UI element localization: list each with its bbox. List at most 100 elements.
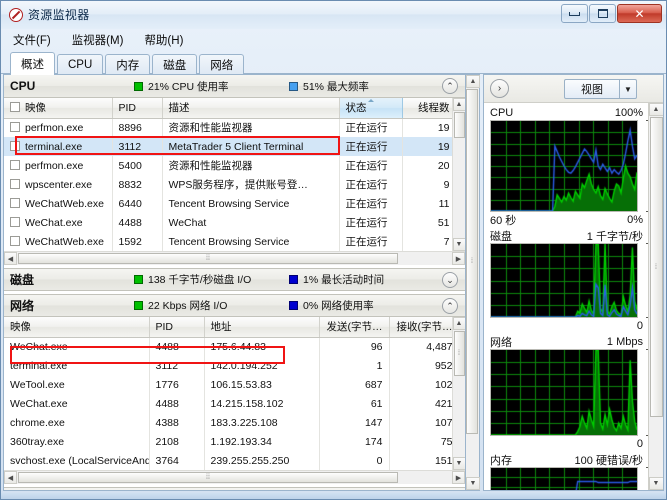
graph-memory-canvas-wrap [490, 467, 655, 490]
menu-item-help[interactable]: 帮助(H) [141, 31, 186, 49]
scroll-thumb[interactable]: ⁞ [453, 331, 465, 376]
row-checkbox[interactable] [10, 140, 20, 151]
cell-pid: 4388 [149, 413, 205, 432]
table-row[interactable]: chrome.exe 4388 183.3.225.108 147 107 2 [4, 413, 452, 432]
cpu-col-threads[interactable]: 线程数 [402, 98, 452, 119]
scroll-up-icon[interactable]: ▲ [452, 98, 465, 111]
row-checkbox[interactable] [10, 235, 20, 246]
row-checkbox[interactable] [10, 121, 20, 132]
minimize-button[interactable] [561, 4, 588, 23]
graph-pane-scrollbar[interactable]: ▲ ⁞ ▼ [648, 103, 663, 490]
tab-memory[interactable]: 内存 [105, 54, 151, 74]
row-checkbox[interactable] [10, 178, 20, 189]
scroll-right-icon[interactable]: ▶ [452, 252, 465, 265]
tab-cpu[interactable]: CPU [57, 54, 104, 74]
table-row[interactable]: wpscenter.exe 8832 WPS服务程序，提供账号登… 正在运行 9… [4, 175, 452, 194]
cpu-col-status[interactable]: 状态 [338, 98, 403, 119]
cell-pid: 1592 [112, 232, 163, 251]
cpu-table-vertical-scrollbar[interactable]: ▲ ▼ [452, 98, 465, 251]
cell-threads: 9 [402, 175, 452, 194]
blue-swatch-icon [289, 275, 298, 284]
scroll-up-icon[interactable]: ▲ [452, 317, 465, 330]
cell-pid: 3112 [112, 137, 163, 156]
cpu-col-pid[interactable]: PID [112, 98, 163, 119]
table-row[interactable]: WeChat.exe 4488 WeChat 正在运行 51 2 [4, 213, 452, 232]
section-header-cpu[interactable]: CPU 21% CPU 使用率 51% 最大频率 ⌃ [4, 75, 465, 98]
section-header-memory[interactable]: 内存 1 硬错误/秒 85% 已用物理内存 ⌄ [4, 487, 465, 490]
collapse-panel-button[interactable]: › [490, 79, 509, 98]
close-button[interactable]: ✕ [617, 4, 662, 23]
select-all-checkbox[interactable] [10, 102, 20, 113]
net-col-image[interactable]: 映像 [4, 317, 150, 338]
scroll-up-icon[interactable]: ▲ [466, 75, 480, 88]
cell-image: terminal.exe [4, 356, 150, 375]
cell-description: Tencent Browsing Service [162, 232, 340, 251]
table-row[interactable]: svchost.exe (LocalServiceAnd… 3764 239.2… [4, 451, 452, 470]
cpu-col-description[interactable]: 描述 [162, 98, 340, 119]
network-table-vertical-scrollbar[interactable]: ▲ ⁞ ▼ [452, 317, 465, 470]
cell-pid: 3112 [149, 356, 205, 375]
table-row[interactable]: terminal.exe 3112 MetaTrader 5 Client Te… [4, 137, 452, 156]
row-checkbox[interactable] [10, 197, 20, 208]
scroll-down-icon[interactable]: ▼ [466, 477, 480, 490]
main-vertical-scrollbar[interactable]: ▲ ⁞ ▼ [466, 74, 480, 491]
net-col-received[interactable]: 接收(字节… [389, 317, 452, 338]
scroll-left-icon[interactable]: ◀ [4, 471, 17, 484]
graph-disk-min: 0 [636, 319, 643, 332]
scroll-left-icon[interactable]: ◀ [4, 252, 17, 265]
graph-disk-canvas-wrap [490, 243, 655, 318]
view-dropdown-button[interactable]: 视图 ▼ [564, 79, 637, 99]
tab-overview[interactable]: 概述 [10, 52, 55, 75]
cpu-table-horizontal-scrollbar[interactable]: ◀ ⁞⁞ ▶ [4, 251, 465, 265]
scroll-track[interactable] [466, 435, 479, 477]
collapse-chevron-cpu[interactable]: ⌃ [442, 78, 458, 94]
table-row[interactable]: WeChat.exe 4488 175.6.44.83 96 4,487 4,5 [4, 337, 452, 356]
table-row[interactable]: WeChat.exe 4488 14.215.158.102 61 421 4 [4, 394, 452, 413]
section-header-disk[interactable]: 磁盘 138 千字节/秒磁盘 I/O 1% 最长活动时间 ⌄ [4, 268, 465, 291]
table-row[interactable]: WeChatWeb.exe 6440 Tencent Browsing Serv… [4, 194, 452, 213]
table-row[interactable]: terminal.exe 3112 142.0.194.252 1 952 9 [4, 356, 452, 375]
cell-pid: 8896 [112, 118, 163, 137]
network-table-horizontal-scrollbar[interactable]: ◀ ⁞⁞ ▶ [4, 470, 465, 484]
scroll-up-icon[interactable]: ▲ [648, 103, 663, 116]
table-row[interactable]: 360tray.exe 2108 1.192.193.34 174 75 2 [4, 432, 452, 451]
scroll-thumb[interactable]: ⁞ [649, 117, 663, 417]
graph-toolbar: › 视图 ▼ [484, 75, 663, 103]
table-row[interactable]: WeChatWeb.exe 1592 Tencent Browsing Serv… [4, 232, 452, 251]
cell-pid: 2108 [149, 432, 205, 451]
maximize-button[interactable] [589, 4, 616, 23]
section-header-network[interactable]: 网络 22 Kbps 网络 I/O 0% 网络使用率 ⌃ [4, 294, 465, 317]
menu-item-monitor[interactable]: 监视器(M) [69, 31, 127, 49]
scroll-down-icon[interactable]: ▼ [452, 238, 465, 251]
blue-swatch-icon [289, 81, 298, 91]
row-checkbox[interactable] [10, 216, 20, 227]
row-checkbox[interactable] [10, 159, 20, 170]
cpu-col-image[interactable]: 映像 [4, 98, 113, 119]
cell-pid: 1776 [149, 375, 205, 394]
app-icon [9, 7, 23, 22]
net-col-pid[interactable]: PID [149, 317, 205, 338]
scroll-down-icon[interactable]: ▼ [648, 477, 663, 490]
scroll-thumb[interactable]: ⁞ [466, 89, 478, 434]
scroll-thumb[interactable] [453, 112, 465, 138]
cell-received: 421 [389, 394, 452, 413]
chevron-down-icon[interactable]: ▼ [619, 80, 636, 98]
tab-disk[interactable]: 磁盘 [152, 54, 198, 74]
scroll-right-icon[interactable]: ▶ [452, 471, 465, 484]
network-table-header-row: 映像 PID 地址 发送(字节… 接收(字节… 总数(字 [4, 317, 452, 338]
cell-address: 239.255.255.250 [204, 451, 320, 470]
collapse-chevron-network[interactable]: ⌃ [442, 298, 458, 314]
scroll-down-icon[interactable]: ▼ [452, 457, 465, 470]
net-col-sent[interactable]: 发送(字节… [319, 317, 390, 338]
tab-network[interactable]: 网络 [199, 54, 245, 74]
expand-chevron-disk[interactable]: ⌄ [442, 272, 458, 288]
cell-address: 14.215.158.102 [204, 394, 320, 413]
table-row[interactable]: WeTool.exe 1776 106.15.53.83 687 102 7 [4, 375, 452, 394]
table-row[interactable]: perfmon.exe 5400 资源和性能监视器 正在运行 20 2 [4, 156, 452, 175]
menu-item-file[interactable]: 文件(F) [10, 31, 54, 49]
net-col-address[interactable]: 地址 [204, 317, 320, 338]
table-row[interactable]: perfmon.exe 8896 资源和性能监视器 正在运行 19 5 [4, 118, 452, 137]
hscroll-thumb[interactable]: ⁞⁞ [18, 253, 398, 264]
cell-sent: 0 [319, 451, 390, 470]
hscroll-thumb[interactable]: ⁞⁞ [18, 472, 398, 483]
